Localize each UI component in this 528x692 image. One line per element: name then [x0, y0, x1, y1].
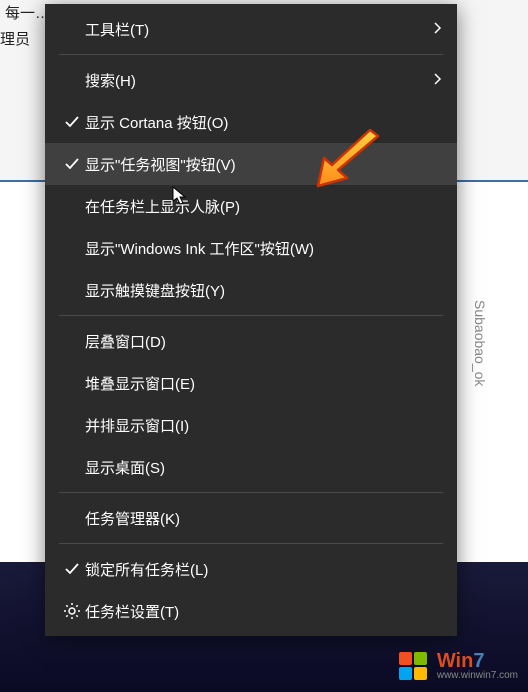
menu-item-task-manager[interactable]: 任务管理器(K): [45, 497, 457, 539]
menu-item-label: 显示 Cortana 按钮(O): [85, 112, 443, 133]
menu-item-label: 显示触摸键盘按钮(Y): [85, 280, 443, 301]
menu-item-label: 显示"Windows Ink 工作区"按钮(W): [85, 238, 443, 259]
menu-item-label: 堆叠显示窗口(E): [85, 373, 443, 394]
menu-item-side-by-side[interactable]: 并排显示窗口(I): [45, 404, 457, 446]
menu-item-task-view[interactable]: 显示"任务视图"按钮(V): [45, 143, 457, 185]
menu-item-touch-keyboard[interactable]: 显示触摸键盘按钮(Y): [45, 269, 457, 311]
menu-item-cortana[interactable]: 显示 Cortana 按钮(O): [45, 101, 457, 143]
menu-item-label: 任务管理器(K): [85, 508, 443, 529]
logo-brand: Win7: [437, 651, 518, 671]
menu-item-label: 工具栏(T): [85, 19, 433, 40]
menu-item-cascade[interactable]: 层叠窗口(D): [45, 320, 457, 362]
check-icon: [59, 114, 85, 130]
taskbar-context-menu: 工具栏(T) 搜索(H) 显示 Cortana 按钮(O) 显示"任务视图"按钮…: [45, 4, 457, 636]
menu-item-stack[interactable]: 堆叠显示窗口(E): [45, 362, 457, 404]
menu-item-people[interactable]: 在任务栏上显示人脉(P): [45, 185, 457, 227]
menu-item-label: 在任务栏上显示人脉(P): [85, 196, 443, 217]
watermark-text: Subaobao_ok: [472, 300, 488, 386]
menu-item-taskbar-settings[interactable]: 任务栏设置(T): [45, 590, 457, 632]
menu-item-windows-ink[interactable]: 显示"Windows Ink 工作区"按钮(W): [45, 227, 457, 269]
menu-item-label: 显示"任务视图"按钮(V): [85, 154, 443, 175]
menu-item-search[interactable]: 搜索(H): [45, 59, 457, 101]
gear-icon: [59, 602, 85, 620]
menu-separator: [59, 543, 443, 544]
menu-item-label: 层叠窗口(D): [85, 331, 443, 352]
logo-url: www.winwin7.com: [437, 671, 518, 681]
menu-item-label: 并排显示窗口(I): [85, 415, 443, 436]
bg-text-line2: 理员: [0, 28, 30, 49]
menu-item-label: 搜索(H): [85, 70, 433, 91]
check-icon: [59, 156, 85, 172]
menu-separator: [59, 492, 443, 493]
menu-item-lock-taskbars[interactable]: 锁定所有任务栏(L): [45, 548, 457, 590]
menu-item-show-desktop[interactable]: 显示桌面(S): [45, 446, 457, 488]
chevron-right-icon: [433, 21, 443, 38]
menu-item-toolbars[interactable]: 工具栏(T): [45, 8, 457, 50]
check-icon: [59, 561, 85, 577]
menu-separator: [59, 54, 443, 55]
menu-separator: [59, 315, 443, 316]
menu-item-label: 任务栏设置(T): [85, 601, 443, 622]
windows-flag-icon: [395, 648, 431, 684]
menu-item-label: 显示桌面(S): [85, 457, 443, 478]
chevron-right-icon: [433, 72, 443, 89]
win7-logo: Win7 www.winwin7.com: [395, 648, 518, 684]
menu-item-label: 锁定所有任务栏(L): [85, 559, 443, 580]
